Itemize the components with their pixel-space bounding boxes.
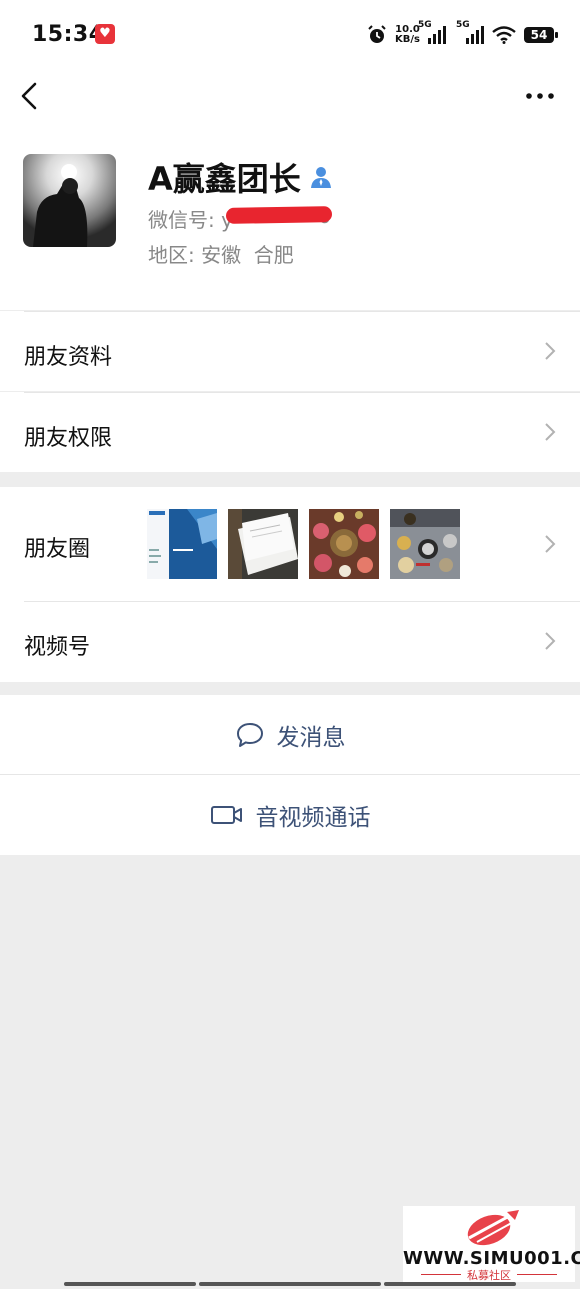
- row-friend-permissions-label: 朋友权限: [24, 426, 113, 451]
- divider: [24, 601, 580, 602]
- divider: [24, 311, 580, 312]
- back-icon[interactable]: [14, 78, 48, 114]
- moments-thumbnail: [147, 509, 217, 579]
- gesture-bar: [199, 1282, 381, 1286]
- profile-name-row: A赢鑫团长: [148, 154, 333, 200]
- row-friend-info-label: 朋友资料: [24, 345, 113, 370]
- video-call-button[interactable]: 音视频通话: [0, 775, 580, 855]
- send-message-button[interactable]: 发消息: [0, 695, 580, 775]
- send-message-label: 发消息: [276, 725, 346, 751]
- gesture-bar: [384, 1282, 516, 1286]
- watermark-text: 私募社区: [467, 1269, 511, 1282]
- moments-thumbnail: [390, 509, 460, 579]
- video-camera-icon: [210, 806, 242, 824]
- sim1-type: 5G: [418, 20, 432, 30]
- chevron-right-icon: [545, 632, 556, 650]
- more-icon[interactable]: [522, 82, 558, 110]
- chat-bubble-icon: [236, 723, 263, 747]
- watermark-logo: WWW.SIMU001.CN 私募社区: [403, 1206, 580, 1282]
- row-friend-permissions[interactable]: 朋友权限: [0, 392, 580, 472]
- alarm-icon: [368, 25, 386, 43]
- region: 地区: 安徽 合肥: [148, 243, 294, 267]
- row-channels-label: 视频号: [24, 635, 91, 660]
- contact-badge-icon: [310, 167, 331, 188]
- battery-icon: 54: [524, 27, 558, 43]
- moments-thumbnail: [228, 509, 298, 579]
- redaction-mark: [225, 206, 333, 224]
- watermark-emblem-icon: [467, 1210, 519, 1246]
- moments-thumbnails: [147, 509, 460, 579]
- profile-name: A赢鑫团长: [148, 160, 301, 198]
- row-friend-info[interactable]: 朋友资料: [0, 311, 580, 391]
- row-moments[interactable]: 朋友圈: [0, 487, 580, 601]
- chevron-right-icon: [545, 342, 556, 360]
- avatar[interactable]: [23, 154, 116, 247]
- network-speed-unit: KB/s: [395, 34, 420, 45]
- row-moments-label: 朋友圈: [24, 537, 91, 562]
- row-channels[interactable]: 视频号: [0, 601, 580, 682]
- wechat-id: 微信号: y: [148, 204, 233, 233]
- video-call-label: 音视频通话: [255, 805, 371, 831]
- status-bar: 15:34 ♥ 10.0 KB/s 5G 5G 54: [0, 0, 580, 68]
- signal-icon-sim1: 5G: [418, 20, 446, 44]
- status-icons: 10.0 KB/s 5G 5G 54: [367, 20, 558, 50]
- chevron-right-icon: [545, 535, 556, 553]
- chevron-right-icon: [545, 423, 556, 441]
- wifi-icon: [492, 26, 516, 44]
- watermark-url: WWW.SIMU001.CN: [403, 1248, 580, 1269]
- app-notification-icon: ♥: [95, 24, 115, 44]
- sim2-type: 5G: [456, 20, 470, 30]
- divider: [24, 392, 580, 393]
- moments-thumbnail: [309, 509, 379, 579]
- signal-icon-sim2: 5G: [456, 20, 484, 44]
- gesture-bar: [64, 1282, 196, 1286]
- network-speed: 10.0 KB/s: [395, 25, 420, 45]
- status-time: 15:34: [32, 22, 105, 47]
- wechat-id-label: 微信号: y: [148, 208, 233, 232]
